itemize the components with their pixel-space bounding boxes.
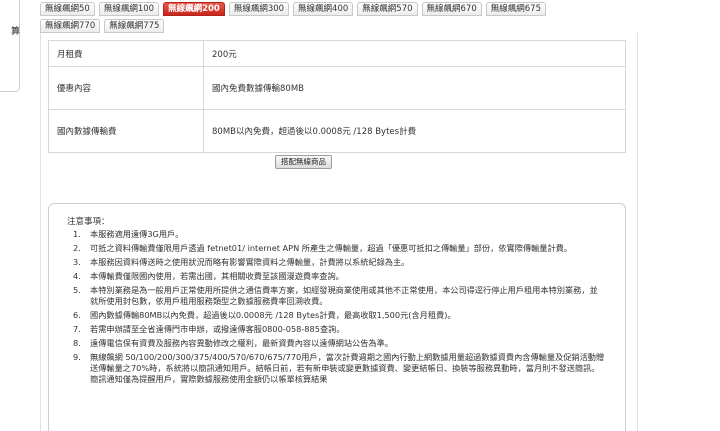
monthly-fee-value: 200元 — [203, 40, 626, 67]
tab-570[interactable]: 無線飆網570 — [357, 2, 418, 16]
discount-value: 國內免費數據傳輸80MB — [203, 66, 626, 110]
plan-tabs: 無線飆網50 無線飆網100 無線飆網200 無線飆網300 無線飆網400 無… — [40, 2, 630, 36]
table-row: 國內數據傳輸費 80MB以內免費，超過後以0.0008元 /128 Bytes計… — [48, 109, 626, 153]
list-item: 3. 本服務因資料傳送時之使用狀況而略有影響實際資料之傳輸量，計費將以系統紀錄為主… — [73, 257, 410, 267]
list-item: 6. 國內數據傳輸80MB以內免費，超過後以0.0008元 /128 Bytes計… — [73, 310, 456, 320]
list-item: 4. 本傳輸費僅限國內使用，若需出國，其相關收費至該國漫遊費率查詢。 — [73, 271, 344, 281]
compare-products-button[interactable]: 搭配無線商品 — [275, 155, 332, 169]
tab-675[interactable]: 無線飆網675 — [485, 2, 546, 16]
tab-row-2: 無線飆網770 無線飆網775 — [40, 19, 630, 33]
left-sidebar-panel: 算 — [0, 0, 20, 92]
tab-775[interactable]: 無線飆網775 — [104, 19, 165, 33]
list-item: 5. 本特別業務是為一般用戶正常使用所提供之通信費率方案，如經發現商業使用或其他不… — [73, 285, 598, 306]
notes-title: 注意事項： — [67, 217, 110, 227]
tab-300[interactable]: 無線飆網300 — [228, 2, 290, 16]
tab-50[interactable]: 無線飆網50 — [40, 2, 95, 16]
list-item: 2. 可抵之資料傳輸費僅限用戶透過 fetnet01/ internet APN … — [73, 243, 573, 253]
table-row: 優惠內容 國內免費數據傳輸80MB — [48, 66, 626, 110]
list-item: 1. 本服務適用遠傳3G用戶。 — [73, 229, 184, 239]
plan-info-table: 月租費 200元 優惠內容 國內免費數據傳輸80MB 國內數據傳輸費 80MB以… — [48, 40, 626, 153]
tab-770[interactable]: 無線飆網770 — [40, 19, 101, 33]
sidebar-partial-label: 算 — [11, 27, 21, 37]
tab-200-active[interactable]: 無線飆網200 — [163, 2, 225, 16]
table-row: 月租費 200元 — [48, 40, 626, 67]
discount-label: 優惠內容 — [48, 66, 204, 110]
monthly-fee-label: 月租費 — [48, 40, 204, 67]
tab-100[interactable]: 無線飆網100 — [98, 2, 160, 16]
notes-list: 1. 本服務適用遠傳3G用戶。 2. 可抵之資料傳輸費僅限用戶透過 fetnet01… — [73, 229, 605, 388]
tab-670[interactable]: 無線飆網670 — [421, 2, 482, 16]
tab-row-1: 無線飆網50 無線飆網100 無線飆網200 無線飆網300 無線飆網400 無… — [40, 2, 630, 16]
list-item: 8. 遠傳電信保有資費及服務內容異動修改之權利，最新資費內容以遠傳網站公告為準。 — [73, 338, 393, 348]
tab-400[interactable]: 無線飆網400 — [293, 2, 354, 16]
data-fee-label: 國內數據傳輸費 — [48, 109, 204, 153]
notes-panel: 注意事項： 1. 本服務適用遠傳3G用戶。 2. 可抵之資料傳輸費僅限用戶透過 fe… — [48, 203, 626, 431]
list-item: 7. 若需申辦請至全省遠傳門市申辦，或撥遠傳客服0800-058-885查詢。 — [73, 324, 345, 334]
data-fee-value: 80MB以內免費，超過後以0.0008元 /128 Bytes計費 — [203, 109, 626, 153]
list-item: 9. 無線飆網 50/100/200/300/375/400/570/670/67… — [73, 352, 605, 384]
